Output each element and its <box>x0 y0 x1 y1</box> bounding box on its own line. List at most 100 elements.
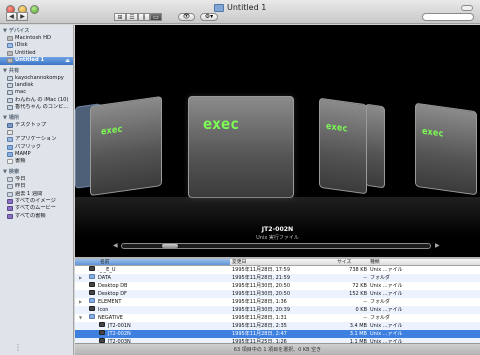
table-row[interactable]: ▶ DATA 1995年11月28日, 21:59 -- フォルダ <box>75 274 480 282</box>
table-row[interactable]: Desktop DB 1995年11月30日, 20:50 72 KB Unix ..… <box>75 282 480 290</box>
quicklook-button[interactable]: 👁 <box>178 13 195 21</box>
sidebar-item-shared[interactable]: landisk <box>0 82 73 89</box>
row-date: 1995年11月28日, 1:31 <box>232 315 287 321</box>
cover-selected[interactable]: exec <box>188 96 294 198</box>
coverflow-scrollbar[interactable] <box>121 243 431 249</box>
disclosure-triangle-icon[interactable]: ▶ <box>79 274 82 282</box>
cover-item[interactable] <box>365 103 385 189</box>
row-name: JT2-002N <box>108 331 131 337</box>
folder-icon <box>89 314 95 319</box>
selected-file-name: JT2-002N <box>261 226 294 233</box>
sidebar-item-home[interactable] <box>0 129 73 136</box>
status-text: 63 項目中の 1 項目を選択、0 KB 空き <box>233 347 322 353</box>
action-menu-button[interactable]: ⚙▾ <box>200 13 218 21</box>
row-kind: Unix ...ァイル <box>370 307 403 313</box>
disclosure-triangle-icon[interactable]: ▼ <box>79 314 82 322</box>
file-icon <box>89 266 95 271</box>
status-bar: 63 項目中の 1 項目を選択、0 KB 空き <box>75 343 480 355</box>
row-date: 1995年11月28日, 17:59 <box>232 267 291 273</box>
monitor-icon <box>7 75 13 81</box>
file-icon <box>99 330 105 335</box>
scroll-left-icon[interactable]: ◀ <box>113 242 118 249</box>
row-name: NEGATIVE <box>98 315 123 321</box>
sidebar-resize-handle[interactable]: ⋮ <box>14 343 22 352</box>
sidebar-item-shared[interactable]: 香代ちゃん のコンピ... <box>0 104 73 111</box>
sidebar-header-shared[interactable]: ▼ 共有 <box>0 67 73 75</box>
sidebar: ▼ デバイス Macintosh HD iDisk Untitled Untit… <box>0 25 74 355</box>
sidebar-item-all-documents[interactable]: すべての書類 <box>0 213 73 220</box>
applications-icon <box>7 137 13 143</box>
disclosure-triangle-icon[interactable]: ▶ <box>79 298 82 306</box>
sidebar-item-desktop[interactable]: デスクトップ <box>0 122 73 129</box>
sort-indicator <box>75 259 230 265</box>
back-button[interactable]: ◀ <box>6 12 17 21</box>
table-row[interactable]: Icon 1995年11月30日, 20:39 0 KB Unix ...ァイル <box>75 306 480 314</box>
file-icon <box>89 306 95 311</box>
column-view-button[interactable]: ⫼ <box>138 13 150 21</box>
table-row[interactable]: JT2-001N 1995年11月28日, 2:35 3.4 MB Unix ...ァ… <box>75 322 480 330</box>
list-view-button[interactable]: ☰ <box>126 13 138 21</box>
table-row[interactable]: ▶ ELEMENT 1995年11月28日, 1:36 -- フォルダ <box>75 298 480 306</box>
row-size: 72 KB <box>352 283 367 289</box>
sidebar-item-today[interactable]: 今日 <box>0 176 73 183</box>
table-row[interactable]: Desktop DF 1995年11月30日, 20:50 152 KB Unix .… <box>75 290 480 298</box>
sidebar-item-documents[interactable]: 書類 <box>0 158 73 165</box>
table-row[interactable]: ._ _E_U 1995年11月28日, 17:59 738 KB Unix ...ァ… <box>75 266 480 274</box>
sidebar-item-untitled-1[interactable]: Untitled 1 ⏏ <box>0 57 73 65</box>
column-header-size[interactable]: サイズ <box>337 259 351 266</box>
toolbar: ◀ ▶ ⊞ ☰ ⫼ ▭ 👁 ⚙▾ <box>0 10 480 25</box>
row-size: -- <box>363 299 367 305</box>
sidebar-item-macintosh-hd[interactable]: Macintosh HD <box>0 35 73 42</box>
row-size: 152 KB <box>349 291 367 297</box>
sidebar-item-shared[interactable]: mac <box>0 89 73 96</box>
sidebar-item-past-week[interactable]: 過去 1 週間 <box>0 191 73 198</box>
public-icon <box>7 144 13 150</box>
row-size: 3.4 MB <box>349 323 367 329</box>
eject-icon[interactable]: ⏏ <box>65 58 70 64</box>
row-date: 1995年11月28日, 2:35 <box>232 323 287 329</box>
sidebar-item-idisk[interactable]: iDisk <box>0 42 73 49</box>
row-size: 3.1 MB <box>349 331 367 337</box>
smart-folder-icon <box>7 206 13 212</box>
smart-folder-icon <box>7 213 13 219</box>
sidebar-item-mamp[interactable]: MAMP <box>0 151 73 158</box>
row-kind: Unix ...ァイル <box>370 283 403 289</box>
documents-icon <box>7 159 13 165</box>
sidebar-item-all-movies[interactable]: すべてのムービー <box>0 205 73 212</box>
monitor-icon <box>7 82 13 88</box>
table-row[interactable]: ▼ NEGATIVE 1995年11月28日, 1:31 -- フォルダ <box>75 314 480 322</box>
column-header-kind[interactable]: 種類 <box>370 259 380 266</box>
column-header-name[interactable]: 名前 <box>100 259 110 266</box>
column-header-date[interactable]: 変更日 <box>232 259 246 266</box>
disk-icon <box>7 58 13 64</box>
sidebar-item-shared[interactable]: kayochannokompy <box>0 75 73 82</box>
sidebar-item-shared[interactable]: わんわん の iMac (10) <box>0 97 73 104</box>
row-date: 1995年11月28日, 2:47 <box>232 331 287 337</box>
search-input[interactable] <box>422 13 474 21</box>
sidebar-item-all-images[interactable]: すべてのイメージ <box>0 198 73 205</box>
icon-view-button[interactable]: ⊞ <box>114 13 126 21</box>
monitor-icon <box>7 97 13 103</box>
folder-icon <box>89 298 95 303</box>
sidebar-item-untitled[interactable]: Untitled <box>0 50 73 57</box>
sidebar-item-public[interactable]: パブリック <box>0 144 73 151</box>
coverflow-scroll-thumb[interactable] <box>162 244 178 248</box>
sidebar-header-devices[interactable]: ▼ デバイス <box>0 27 73 35</box>
coverflow-view[interactable]: exec exec exec exec JT2-002N Unix 実行ファイル… <box>75 25 480 257</box>
row-date: 1995年11月28日, 1:36 <box>232 299 287 305</box>
row-date: 1995年11月28日, 21:59 <box>232 275 291 281</box>
forward-button[interactable]: ▶ <box>17 12 28 21</box>
table-row[interactable]: JT2-002N 1995年11月28日, 2:47 3.1 MB Unix ...ァ… <box>75 330 480 338</box>
sidebar-header-places[interactable]: ▼ 場所 <box>0 114 73 122</box>
sidebar-item-yesterday[interactable]: 昨日 <box>0 183 73 190</box>
cover-item[interactable]: exec <box>319 97 367 195</box>
row-name: Icon <box>98 307 109 313</box>
cover-item[interactable]: exec <box>90 95 162 197</box>
finder-window: Untitled 1 ◀ ▶ ⊞ ☰ ⫼ ▭ 👁 ⚙▾ ▼ デバイス Macin… <box>0 0 480 355</box>
coverflow-view-button[interactable]: ▭ <box>150 13 162 21</box>
list-header: 名前 変更日 サイズ 種類 <box>75 259 480 266</box>
scroll-right-icon[interactable]: ▶ <box>435 242 440 249</box>
cover-item[interactable]: exec <box>415 102 477 196</box>
sidebar-header-search[interactable]: ▼ 検索 <box>0 168 73 176</box>
sidebar-item-applications[interactable]: アプリケーション <box>0 136 73 143</box>
